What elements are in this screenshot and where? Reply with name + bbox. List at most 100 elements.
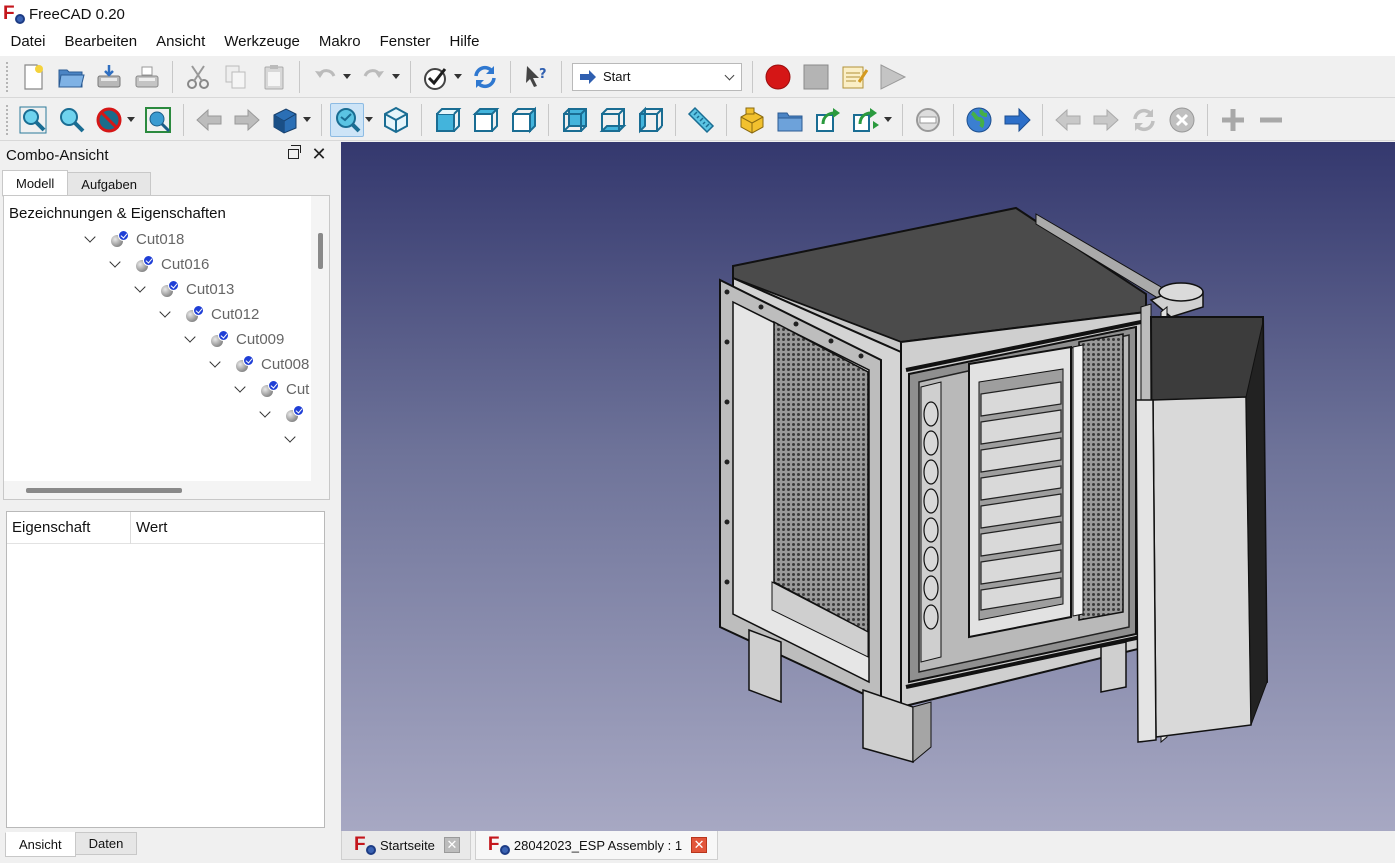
toolbar-grip[interactable]	[6, 104, 10, 135]
web-zoom-out-button[interactable]	[1254, 103, 1288, 137]
doc-tab-label: Startseite	[380, 837, 435, 853]
view-forward-button[interactable]	[230, 103, 264, 137]
new-document-button[interactable]	[16, 60, 50, 94]
chevron-down-icon[interactable]	[134, 281, 146, 293]
save-button[interactable]	[92, 60, 126, 94]
property-column-header[interactable]: Eigenschaft	[7, 511, 131, 544]
web-home-button[interactable]	[962, 103, 996, 137]
tree-item[interactable]: Cut012	[159, 302, 259, 326]
tree-item[interactable]: Cut009	[184, 327, 284, 351]
3d-viewport[interactable]	[341, 142, 1395, 831]
macros-button[interactable]	[837, 60, 871, 94]
view-isometric-dropdown[interactable]	[364, 103, 374, 137]
record-macro-button[interactable]	[761, 60, 795, 94]
web-back-button[interactable]	[1051, 103, 1085, 137]
tab-modell[interactable]: Modell	[2, 170, 69, 197]
chevron-down-icon[interactable]	[159, 306, 171, 318]
view-right-button[interactable]	[506, 103, 540, 137]
view-isometric-button[interactable]	[330, 102, 364, 137]
web-zoom-in-button[interactable]	[1216, 103, 1250, 137]
web-open-button[interactable]	[1000, 103, 1034, 137]
web-stop-loading-button[interactable]	[1165, 103, 1199, 137]
cut-button[interactable]	[181, 60, 215, 94]
web-next-button[interactable]	[1089, 103, 1123, 137]
close-panel-button[interactable]: ✕	[311, 144, 327, 164]
tree-item[interactable]	[284, 427, 310, 451]
toolbar-grip[interactable]	[6, 61, 10, 92]
model-tree[interactable]: Bezeichnungen & Eigenschaften Cut018 Cut…	[3, 195, 330, 500]
menu-makro[interactable]: Makro	[309, 28, 370, 56]
tab-aufgaben[interactable]: Aufgaben	[67, 172, 151, 196]
open-button[interactable]	[54, 60, 88, 94]
run-macro-button[interactable]	[875, 60, 909, 94]
create-part-button[interactable]	[735, 103, 769, 137]
doc-tab-startseite[interactable]: F Startseite ✕	[341, 831, 471, 860]
menu-bearbeiten[interactable]: Bearbeiten	[55, 28, 147, 56]
chevron-down-icon[interactable]	[234, 381, 246, 393]
chevron-down-icon[interactable]	[284, 431, 296, 443]
tree-horizontal-scrollbar[interactable]	[4, 481, 329, 499]
draw-style-button[interactable]	[92, 103, 126, 137]
view-bottom-button[interactable]	[595, 103, 629, 137]
recompute-check-button[interactable]	[419, 60, 453, 94]
create-link-button[interactable]	[811, 103, 845, 137]
bounding-box-button[interactable]	[141, 103, 175, 137]
measure-distance-button[interactable]	[684, 103, 718, 137]
tree-item[interactable]: Cut016	[109, 252, 209, 276]
view-front-button[interactable]	[430, 103, 464, 137]
tree-item[interactable]: Cut013	[134, 277, 234, 301]
link-actions-dropdown[interactable]	[883, 103, 893, 137]
web-refresh-button[interactable]	[1127, 103, 1161, 137]
view-back-button[interactable]	[192, 103, 226, 137]
menu-fenster[interactable]: Fenster	[370, 28, 440, 56]
std-view-dropdown[interactable]	[302, 103, 312, 137]
scrollbar-thumb[interactable]	[26, 488, 182, 493]
value-column-header[interactable]: Wert	[131, 512, 167, 544]
tree-item[interactable]: Cut018	[84, 227, 184, 251]
save-as-button[interactable]	[130, 60, 164, 94]
chevron-down-icon[interactable]	[84, 231, 96, 243]
chevron-down-icon[interactable]	[109, 256, 121, 268]
scrollbar-thumb[interactable]	[318, 233, 323, 269]
chevron-down-icon[interactable]	[209, 356, 221, 368]
tree-vertical-scrollbar[interactable]	[311, 196, 329, 483]
fit-selection-button[interactable]	[54, 103, 88, 137]
tab-ansicht[interactable]: Ansicht	[5, 832, 76, 857]
undo-dropdown[interactable]	[342, 60, 352, 94]
create-group-button[interactable]	[773, 103, 807, 137]
view-rear-button[interactable]	[557, 103, 591, 137]
tree-item[interactable]	[259, 402, 311, 426]
workbench-selector[interactable]: Start	[572, 62, 742, 91]
redo-dropdown[interactable]	[391, 60, 401, 94]
web-stop-button[interactable]	[911, 103, 945, 137]
std-view-menu-button[interactable]	[268, 103, 302, 137]
paste-button[interactable]	[257, 60, 291, 94]
recompute-check-dropdown[interactable]	[453, 60, 463, 94]
tree-item[interactable]: Cut	[234, 377, 309, 401]
copy-button[interactable]	[219, 60, 253, 94]
close-tab-button[interactable]: ✕	[691, 837, 708, 853]
view-left-button[interactable]	[633, 103, 667, 137]
view-axonometric-button[interactable]	[379, 103, 413, 137]
property-view[interactable]: Eigenschaft Wert	[6, 511, 325, 828]
float-panel-button[interactable]	[285, 145, 301, 162]
tab-daten[interactable]: Daten	[74, 832, 138, 855]
menu-ansicht[interactable]: Ansicht	[147, 28, 215, 56]
menu-hilfe[interactable]: Hilfe	[440, 28, 489, 56]
doc-tab-esp-assembly[interactable]: F 28042023_ESP Assembly : 1 ✕	[474, 831, 719, 860]
fit-all-button[interactable]	[16, 103, 50, 137]
refresh-button[interactable]	[468, 60, 502, 94]
menu-werkzeuge[interactable]: Werkzeuge	[215, 28, 310, 56]
view-top-button[interactable]	[468, 103, 502, 137]
close-tab-button[interactable]: ✕	[443, 837, 460, 853]
draw-style-dropdown[interactable]	[126, 103, 136, 137]
redo-button[interactable]	[357, 60, 391, 94]
stop-macro-button[interactable]	[799, 60, 833, 94]
chevron-down-icon[interactable]	[259, 406, 271, 418]
tree-item[interactable]: Cut008	[209, 352, 309, 376]
menu-datei[interactable]: Datei	[1, 28, 55, 56]
link-actions-button[interactable]	[849, 103, 883, 137]
chevron-down-icon[interactable]	[184, 331, 196, 343]
undo-button[interactable]	[308, 60, 342, 94]
whats-this-button[interactable]: ?	[519, 60, 553, 94]
